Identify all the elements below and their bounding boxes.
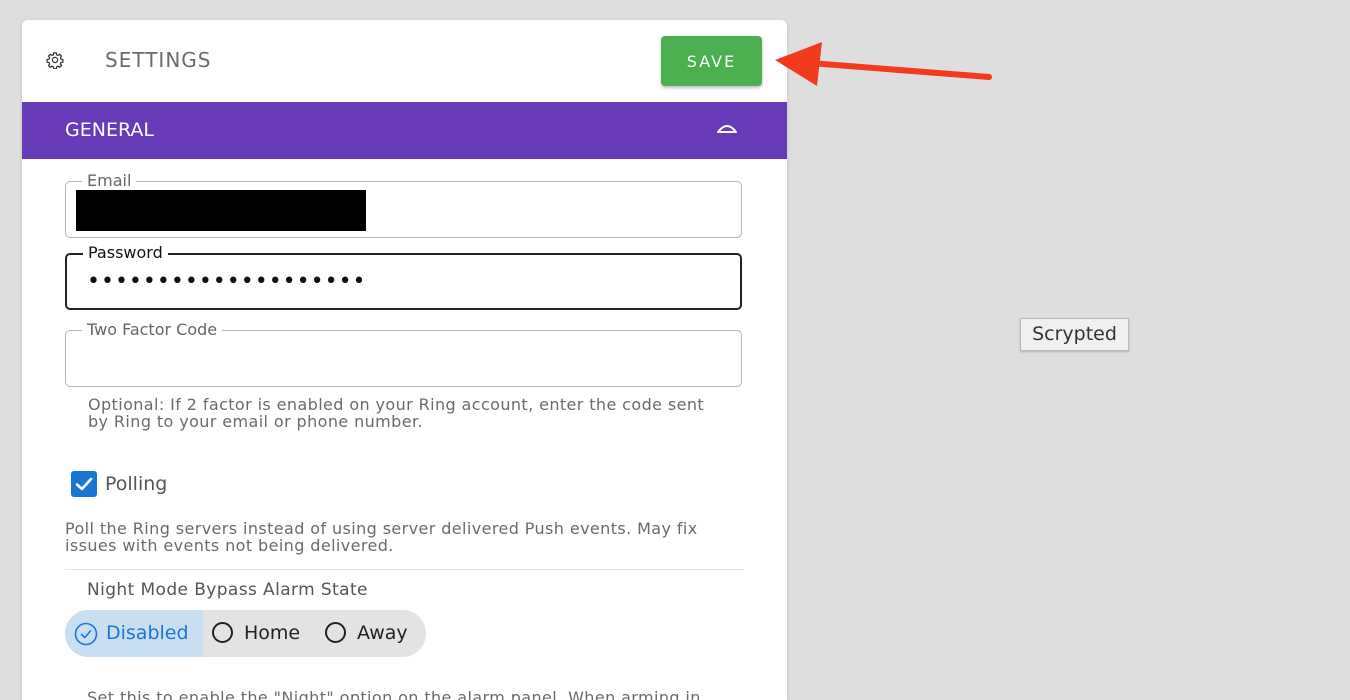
radio-label-disabled: Disabled [106,622,189,644]
radio-circle-icon [212,622,233,643]
check-icon [75,477,93,491]
page-title: SETTINGS [105,48,212,72]
email-label: Email [82,171,137,191]
radio-option-home[interactable]: Home [203,610,313,657]
settings-card: SETTINGS SAVE GENERAL Email Password •••… [22,20,787,700]
night-mode-title: Night Mode Bypass Alarm State [87,580,368,600]
radio-label-away: Away [357,622,408,644]
password-field[interactable]: Password •••••••••••••••••••• [65,243,742,310]
polling-description: Poll the Ring servers instead of using s… [65,519,698,555]
polling-label[interactable]: Polling [105,473,167,495]
radio-circle-icon [325,622,346,643]
radio-option-away[interactable]: Away [315,610,425,657]
tooltip: Scrypted [1020,318,1129,351]
password-value: •••••••••••••••••••• [87,269,367,294]
password-label: Password [83,243,168,263]
annotation-arrow-icon [775,42,992,86]
section-header-general[interactable]: GENERAL [22,102,787,159]
check-circle-icon [74,622,98,646]
two-factor-hint: Optional: If 2 factor is enabled on your… [88,395,705,431]
two-factor-label: Two Factor Code [82,320,223,340]
email-field[interactable]: Email [65,171,742,238]
gear-icon[interactable] [46,51,64,69]
save-button[interactable]: SAVE [661,36,762,86]
polling-checkbox[interactable] [71,471,97,497]
chevron-up-icon[interactable] [716,120,738,136]
radio-label-home: Home [244,622,301,644]
night-mode-description: Set this to enable the "Night" option on… [87,688,701,700]
night-mode-radio-group: Disabled Home Away [65,610,426,657]
redacted-email-value [76,190,366,231]
two-factor-field[interactable]: Two Factor Code [65,320,742,387]
section-title: GENERAL [65,119,154,141]
radio-option-disabled[interactable]: Disabled [65,610,203,657]
divider [65,569,744,570]
